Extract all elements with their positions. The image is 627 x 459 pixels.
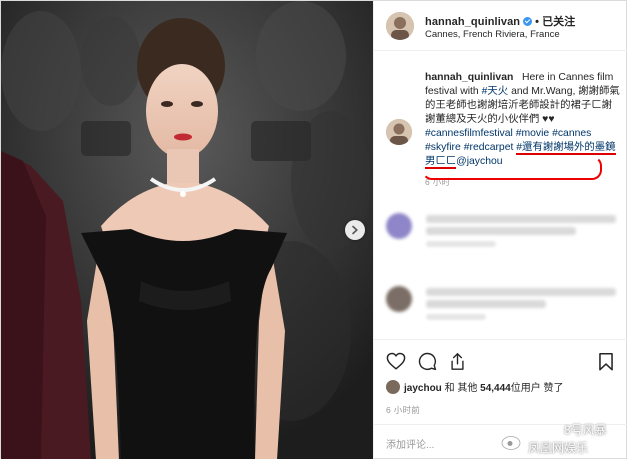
liker-username[interactable]: jaychou [404, 383, 442, 394]
header-username-row: hannah_quinlivan • 已关注 [425, 13, 575, 29]
comment-icon[interactable] [418, 352, 437, 371]
comment-text-blurred [426, 227, 576, 235]
mention-link[interactable]: @jaychou [456, 156, 502, 167]
hashtag-link[interactable]: #天火 [482, 86, 509, 97]
bookmark-icon[interactable] [598, 352, 614, 371]
post-timestamp: 6 小时前 [386, 405, 421, 415]
hashtag-link[interactable]: #cannes [552, 128, 591, 139]
comment-item [386, 213, 622, 253]
separator-dot: • [535, 16, 540, 28]
avatar-image [386, 119, 412, 145]
heart-icon[interactable] [386, 352, 406, 370]
next-photo-button[interactable] [345, 220, 365, 240]
comment-avatar [386, 213, 412, 239]
caption-avatar[interactable] [386, 119, 412, 145]
likes-connector: 和 其他 [444, 383, 478, 394]
photo-illustration [1, 1, 373, 459]
caption-username[interactable]: hannah_quinlivan [425, 72, 513, 83]
likes-summary: jaychou 和 其他 54,444位用户 赞了 [386, 379, 564, 394]
post-header: hannah_quinlivan • 已关注 Cannes, French Rivi… [374, 1, 627, 51]
comment-meta-blurred [426, 241, 496, 247]
liker-avatar [386, 380, 400, 394]
post-action-bar [374, 339, 627, 379]
avatar-image [386, 12, 414, 40]
verified-badge-icon [523, 17, 533, 26]
chevron-right-icon [352, 225, 358, 235]
share-icon[interactable] [449, 352, 466, 371]
post-photo [1, 1, 373, 459]
location-link[interactable]: Cannes, French Riviera, France [425, 29, 560, 40]
add-comment-box[interactable]: 添加评论... [374, 424, 627, 459]
comment-text-blurred [426, 215, 616, 223]
likes-count[interactable]: 54,444 [480, 383, 511, 394]
avatar[interactable] [386, 12, 414, 40]
hashtag-link[interactable]: #movie [516, 128, 550, 139]
following-button[interactable]: 已关注 [542, 16, 575, 28]
comment-meta-blurred [426, 314, 486, 320]
comment-text-blurred [426, 288, 616, 296]
comment-avatar [386, 286, 412, 312]
caption-timestamp: 6 小时 [425, 177, 451, 187]
post-side-panel: hannah_quinlivan • 已关注 Cannes, French Rivi… [373, 1, 627, 459]
hashtag-link[interactable]: #skyfire [425, 142, 461, 153]
likes-suffix: 位用户 赞了 [510, 383, 564, 394]
comment-item [386, 286, 622, 326]
instagram-post-frame: hannah_quinlivan • 已关注 Cannes, French Rivi… [0, 0, 627, 459]
hashtag-link[interactable]: #cannesfilmfestival [425, 128, 513, 139]
post-caption: hannah_quinlivan Here in Cannes film fes… [425, 71, 621, 189]
hashtag-link[interactable]: #redcarpet [464, 142, 514, 153]
comment-input[interactable]: 添加评论... [386, 436, 434, 451]
comment-text-blurred [426, 300, 546, 308]
username-link[interactable]: hannah_quinlivan [425, 16, 520, 28]
